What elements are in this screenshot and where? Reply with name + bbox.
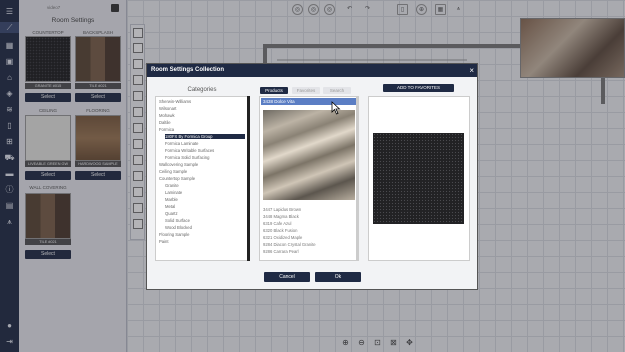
products-list[interactable]: 3438 Dolce Vita 3447 Lapidus Brown 3448 … — [259, 96, 359, 261]
product-item[interactable]: 9284 Diacon Crystal Granite — [263, 242, 316, 247]
product-item[interactable]: 3448 Magma Black — [263, 214, 299, 219]
category-item[interactable]: Metal — [165, 204, 175, 209]
tab-products[interactable]: Products — [260, 87, 288, 94]
dialog-title: Room Settings Collection — [147, 64, 477, 77]
category-item[interactable]: Sherwin-Williams — [159, 99, 191, 104]
category-item[interactable]: Solid Surface — [165, 218, 190, 223]
category-item[interactable]: Marble — [165, 197, 178, 202]
category-item[interactable]: Daltile — [159, 120, 171, 125]
category-item[interactable]: Formica Solid Surfacing — [165, 155, 209, 160]
product-item[interactable]: 6321 Oxidized Maple — [263, 235, 302, 240]
category-item[interactable]: Formica Laminate — [165, 141, 199, 146]
product-image[interactable] — [263, 110, 355, 200]
categories-list[interactable]: Sherwin-Williams Wilsonart Mohawk Daltil… — [155, 96, 248, 261]
tab-favorites[interactable]: Favorites — [292, 87, 320, 94]
tab-search[interactable]: Search — [323, 87, 351, 94]
product-item[interactable]: 6319 Cafe Azul — [263, 221, 291, 226]
cancel-button[interactable]: Cancel — [264, 272, 310, 282]
category-item[interactable]: Paint — [159, 239, 169, 244]
category-item[interactable]: Flooring Sample — [159, 232, 190, 237]
category-item[interactable]: Formica Writable Surfaces — [165, 148, 214, 153]
close-icon[interactable]: × — [469, 64, 474, 77]
product-item[interactable]: 6320 Black Fusion — [263, 228, 297, 233]
mouse-cursor-icon — [331, 101, 341, 115]
product-item[interactable]: 9286 Carrara Pearl — [263, 249, 299, 254]
category-item[interactable]: Countertop Sample — [159, 176, 195, 181]
selected-product[interactable]: 3438 Dolce Vita — [261, 98, 356, 105]
ok-button[interactable]: Ok — [315, 272, 361, 282]
category-item[interactable]: Mohawk — [159, 113, 175, 118]
category-item[interactable]: Granite — [165, 183, 179, 188]
category-item[interactable]: Wilsonart — [159, 106, 176, 111]
category-item[interactable]: Ceiling Sample — [159, 169, 187, 174]
category-item[interactable]: Laminate — [165, 190, 182, 195]
product-item[interactable]: 3447 Lapidus Brown — [263, 207, 301, 212]
categories-title: Categories — [187, 87, 217, 93]
categories-scrollbar[interactable] — [247, 96, 250, 261]
category-item[interactable]: Wood Blocked — [165, 225, 192, 230]
category-item[interactable]: Wallcovering Sample — [159, 162, 198, 167]
category-item[interactable]: Formica — [159, 127, 174, 132]
category-item[interactable]: Quartz — [165, 211, 178, 216]
preview-image — [373, 133, 464, 224]
products-scrollbar[interactable] — [356, 96, 359, 261]
add-to-favorites-button[interactable]: ADD TO FAVORITES — [383, 84, 454, 92]
category-item-selected[interactable]: 180FX By Formica Group — [165, 134, 245, 139]
